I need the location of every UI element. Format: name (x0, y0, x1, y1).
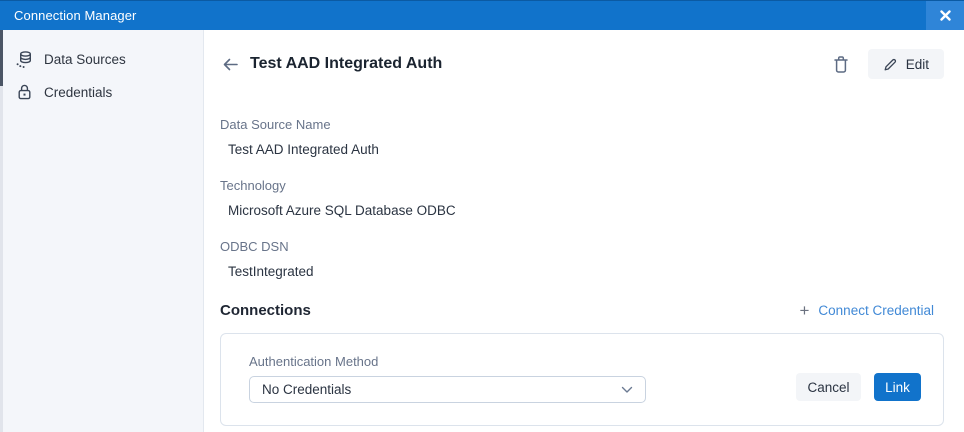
close-button[interactable] (926, 1, 964, 30)
connect-credential-button[interactable]: + Connect Credential (797, 301, 936, 320)
sidebar-scrollbar[interactable] (0, 30, 3, 432)
connect-credential-label: Connect Credential (818, 303, 934, 318)
field-value: Test AAD Integrated Auth (228, 141, 944, 159)
authentication-method-select[interactable]: No Credentials (249, 376, 646, 403)
field-label: Data Source Name (220, 116, 944, 134)
window-title: Connection Manager (14, 8, 137, 23)
arrow-left-icon (222, 57, 239, 72)
delete-button[interactable] (830, 52, 852, 76)
data-source-detail: Test AAD Integrated Auth (204, 30, 964, 432)
field-value: Microsoft Azure SQL Database ODBC (228, 202, 944, 220)
sidebar-item-label: Data Sources (44, 52, 126, 67)
edit-button-label: Edit (906, 57, 929, 72)
sidebar-item-label: Credentials (44, 85, 112, 100)
cancel-button[interactable]: Cancel (796, 373, 861, 401)
titlebar: Connection Manager (0, 0, 964, 30)
link-button[interactable]: Link (874, 373, 921, 401)
connection-manager-window: Connection Manager (0, 0, 964, 432)
detail-header: Test AAD Integrated Auth (220, 49, 944, 79)
panel-actions: Cancel Link (796, 373, 921, 401)
scrollbar-thumb[interactable] (0, 30, 3, 86)
field-label: Technology (220, 177, 944, 195)
field-data-source-name: Data Source Name Test AAD Integrated Aut… (220, 116, 944, 159)
sidebar-item-data-sources[interactable]: Data Sources (0, 43, 203, 76)
page-title: Test AAD Integrated Auth (250, 55, 442, 73)
edit-button[interactable]: Edit (868, 49, 944, 79)
connection-panel: Authentication Method No Credentials Can… (220, 333, 944, 426)
field-value: TestIntegrated (228, 263, 944, 281)
close-icon (940, 10, 951, 21)
field-technology: Technology Microsoft Azure SQL Database … (220, 177, 944, 220)
trash-icon (832, 54, 850, 74)
auth-method-label: Authentication Method (249, 353, 919, 371)
selected-option: No Credentials (262, 382, 351, 397)
plus-icon: + (799, 304, 809, 318)
connections-header: Connections + Connect Credential (220, 301, 944, 320)
back-button[interactable] (220, 55, 241, 74)
sidebar-item-credentials[interactable]: Credentials (0, 76, 203, 108)
sidebar: Data Sources Credentials (0, 30, 204, 432)
field-odbc-dsn: ODBC DSN TestIntegrated (220, 238, 944, 281)
lock-icon (15, 83, 33, 101)
pencil-icon (883, 57, 898, 72)
field-label: ODBC DSN (220, 238, 944, 256)
connections-heading: Connections (220, 302, 311, 319)
chevron-down-icon (621, 386, 633, 394)
database-icon (15, 50, 33, 69)
field-list: Data Source Name Test AAD Integrated Aut… (220, 116, 944, 281)
